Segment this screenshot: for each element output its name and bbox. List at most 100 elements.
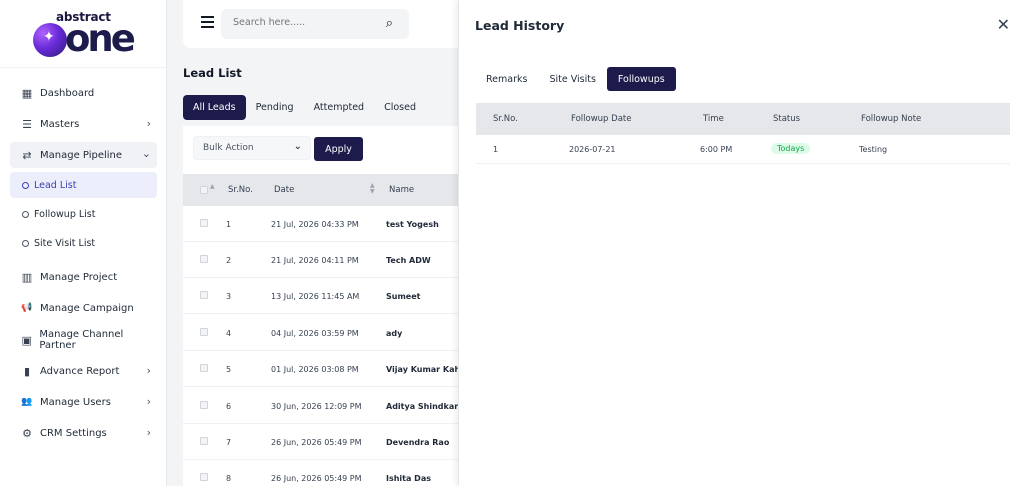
cell-srno: 7 [226,438,232,447]
sidebar-item-masters[interactable]: ☰ Masters › [10,111,157,137]
column-header-name[interactable]: Name [389,185,414,195]
cell-date: 30 Jun, 2026 12:09 PM [271,402,362,411]
menu-icon[interactable] [201,16,214,31]
tab-closed[interactable]: Closed [374,95,426,120]
tab-attempted[interactable]: Attempted [304,95,375,120]
gear-icon: ⚙ [22,426,32,440]
column-header-srno: Sr.No. [493,114,518,124]
sidebar-item-label: Advance Report [40,365,120,377]
cell-name[interactable]: ady [386,329,402,338]
table-row[interactable]: 6 30 Jun, 2026 12:09 PM Aditya Shindkar [183,388,483,424]
lead-tabs: All Leads Pending Attempted Closed [183,95,426,120]
table-row[interactable]: 7 26 Jun, 2026 05:49 PM Devendra Rao [183,424,483,460]
cell-srno: 6 [226,402,232,411]
tab-site-visits[interactable]: Site Visits [538,67,606,91]
table-row[interactable]: 4 04 Jul, 2026 03:59 PM ady [183,315,483,351]
cell-name[interactable]: Devendra Rao [386,438,449,447]
chevron-right-icon: › [146,117,151,130]
select-all-checkbox[interactable] [200,186,208,194]
panel-title: Lead History [475,18,565,33]
cell-name[interactable]: Ishita Das [386,474,431,483]
cell-srno: 1 [226,220,232,229]
table-row[interactable]: 8 26 Jun, 2026 05:49 PM Ishita Das [183,460,483,486]
sidebar-subitem-site-visit-list[interactable]: Site Visit List [10,230,157,256]
cell-date: 26 Jun, 2026 05:49 PM [271,474,362,483]
apply-button[interactable]: Apply [314,137,363,161]
column-header-time: Time [703,114,724,124]
row-checkbox[interactable] [200,291,208,299]
cell-date: 01 Jul, 2026 03:08 PM [271,365,359,374]
row-checkbox[interactable] [200,219,208,227]
sidebar-item-manage-channel-partner[interactable]: ▣ Manage Channel Partner [10,327,157,353]
row-checkbox[interactable] [200,437,208,445]
cell-followup-date: 2026-07-21 [569,145,616,154]
cell-name[interactable]: test Yogesh [386,220,439,229]
cell-date: 21 Jul, 2026 04:11 PM [271,256,359,265]
sort-icon[interactable]: ▲ ▼ [370,183,375,195]
table-row[interactable]: 1 21 Jul, 2026 04:33 PM test Yogesh [183,206,483,242]
sidebar-item-crm-settings[interactable]: ⚙ CRM Settings › [10,420,157,446]
sidebar-subitem-followup-list[interactable]: Followup List [10,201,157,227]
table-row[interactable]: 2 21 Jul, 2026 04:11 PM Tech ADW [183,242,483,278]
cell-srno: 4 [226,329,232,338]
partner-icon: ▣ [21,333,32,347]
pipeline-icon: ⇄ [22,148,32,162]
cell-time: 6:00 PM [700,145,733,154]
top-bar: ⌕ [183,0,483,48]
search-box: ⌕ [221,9,409,39]
sidebar-item-manage-project[interactable]: ▥ Manage Project [10,264,157,290]
cell-date: 04 Jul, 2026 03:59 PM [271,329,359,338]
sort-icon[interactable]: ▲ [210,183,215,190]
bulk-action-select[interactable]: Bulk Action ⌄ [193,136,311,160]
column-header-followup-date: Followup Date [571,114,632,124]
cell-name[interactable]: Tech ADW [386,256,431,265]
sidebar-subitem-label: Lead List [34,179,77,191]
users-icon: 👥 [21,397,33,407]
sidebar-item-manage-users[interactable]: 👥 Manage Users › [10,389,157,415]
cell-followup-note: Testing [859,145,888,154]
building-icon: ▥ [21,270,33,284]
chevron-right-icon: › [146,364,151,377]
cell-srno: 5 [226,365,232,374]
followup-row[interactable]: 1 2026-07-21 6:00 PM Todays Testing [476,135,1010,164]
cell-name[interactable]: Vijay Kumar Kahar [386,365,470,374]
row-checkbox[interactable] [200,401,208,409]
cell-srno: 1 [493,145,499,154]
sidebar-item-label: Dashboard [40,87,95,99]
column-header-date[interactable]: Date [274,185,294,195]
bulk-action-label: Bulk Action [203,143,254,153]
table-row[interactable]: 5 01 Jul, 2026 03:08 PM Vijay Kumar Kaha… [183,351,483,387]
cell-date: 13 Jul, 2026 11:45 AM [271,292,360,301]
cell-name[interactable]: Sumeet [386,292,420,301]
brand-logo[interactable]: ✦ abstract one [0,0,166,68]
cell-srno: 3 [226,292,232,301]
search-icon[interactable]: ⌕ [386,16,393,31]
tab-followups[interactable]: Followups [606,67,676,91]
lead-list-card: Bulk Action ⌄ Apply ▲ Sr.No. Date ▲ ▼ Nam… [183,126,483,486]
status-badge: Todays [771,143,811,154]
close-icon[interactable]: ✕ [997,15,1010,34]
chevron-right-icon: › [146,426,151,439]
sidebar-item-label: Manage Channel Partner [39,329,124,351]
sidebar-subitem-lead-list[interactable]: Lead List [10,172,157,198]
row-checkbox[interactable] [200,255,208,263]
sidebar-item-label: Masters [40,118,80,130]
tab-remarks[interactable]: Remarks [475,67,538,91]
tab-all-leads[interactable]: All Leads [183,95,246,120]
column-header-status: Status [773,114,801,124]
sidebar-item-manage-pipeline[interactable]: ⇄ Manage Pipeline ⌄ [10,142,157,168]
row-checkbox[interactable] [200,364,208,372]
tab-pending[interactable]: Pending [246,95,304,120]
sidebar-item-dashboard[interactable]: ▦ Dashboard [10,80,157,106]
row-checkbox[interactable] [200,473,208,481]
row-checkbox[interactable] [200,328,208,336]
sidebar-item-advance-report[interactable]: ▮ Advance Report › [10,358,157,384]
cell-date: 21 Jul, 2026 04:33 PM [271,220,359,229]
column-header-srno[interactable]: Sr.No. [228,185,253,195]
sidebar-item-manage-campaign[interactable]: 📢 Manage Campaign [10,295,157,321]
bar-chart-icon: ▮ [23,364,31,378]
table-row[interactable]: 3 13 Jul, 2026 11:45 AM Sumeet [183,278,483,314]
search-input[interactable] [233,17,373,28]
cell-name[interactable]: Aditya Shindkar [386,402,458,411]
chevron-right-icon: › [146,395,151,408]
